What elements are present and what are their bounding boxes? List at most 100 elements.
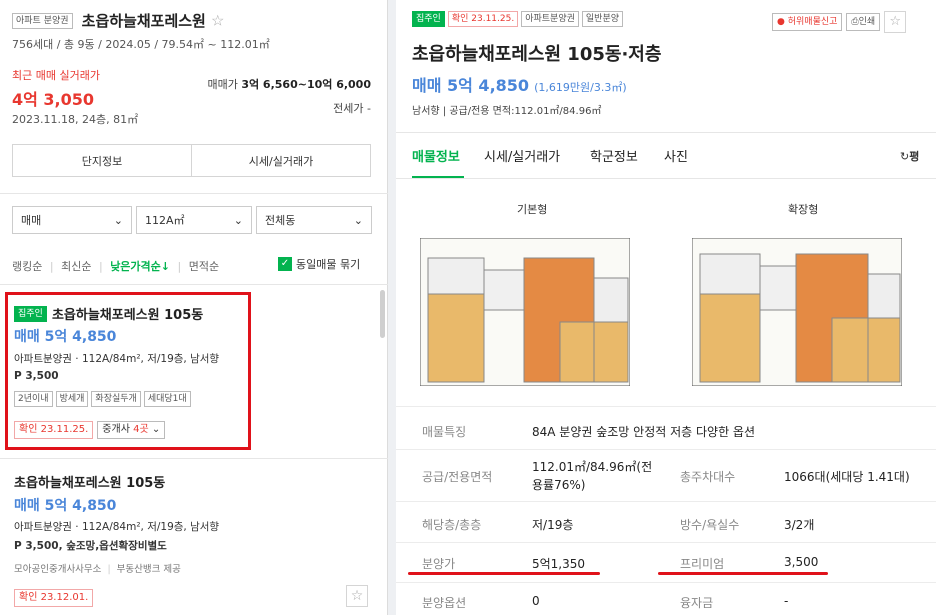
divider: [0, 193, 388, 194]
option-value: 0: [532, 594, 540, 608]
favorite-star-icon[interactable]: ☆: [884, 11, 907, 33]
market-price-button[interactable]: 시세/실거래가: [191, 144, 371, 177]
complex-type-tag: 아파트 분양권: [12, 12, 73, 29]
divider: [0, 284, 388, 285]
confirm-date: 확인 23.12.01.: [14, 588, 94, 607]
loan-value: -: [784, 594, 789, 608]
sort-low-price[interactable]: 낮은가격순↓: [110, 260, 170, 273]
report-button[interactable]: ● 허위매물신고: [772, 13, 843, 31]
presale-label: 분양가: [422, 557, 456, 571]
complex-info-button[interactable]: 단지정보: [12, 144, 192, 177]
favorite-star-icon[interactable]: ☆: [346, 585, 368, 607]
premium-value: 3,500: [784, 555, 819, 569]
recent-trade-label: 최근 매매 실거래가: [12, 69, 100, 82]
divider: [0, 458, 388, 459]
siren-icon: ●: [777, 17, 785, 27]
sale-price-range: 매매가 3억 6,560~10억 6,000: [207, 78, 371, 91]
feature-label: 매물특징: [422, 425, 467, 439]
floorplan-basic-image[interactable]: [420, 238, 630, 386]
presale-value: 5억1,350: [532, 557, 586, 571]
chip: 방세개: [55, 391, 89, 407]
dong-select[interactable]: 전체동 ⌄: [256, 206, 372, 234]
compare-button[interactable]: ↻평: [900, 148, 919, 164]
sale-type-tag: 일반분양: [581, 11, 624, 27]
feature-value: 84A 분양권 숲조망 안정적 저층 다양한 옵션: [532, 425, 756, 439]
listing-chips: 2년이내 방세개 화장실두개 세대당1대: [14, 391, 191, 407]
area-value: 112.01㎡/84.96㎡(전용률76%): [532, 460, 653, 492]
option-label: 분양옵션: [422, 596, 467, 610]
owner-tag: 집주인: [14, 305, 47, 322]
recent-trade-price: 4억 3,050: [12, 90, 95, 109]
chevron-down-icon: ⌄: [353, 213, 363, 227]
complex-panel: 아파트 분양권 초읍하늘채포레스원 ☆ 756세대 / 총 9동 / 2024.…: [0, 0, 388, 615]
listing-price: 매매 5억 4,850: [14, 498, 117, 514]
premium-underline-mark: [658, 572, 828, 575]
listing-meta: 확인 23.11.25. 중개사 4곳 ⌄: [14, 421, 166, 439]
parking-label: 총주차대수: [680, 470, 736, 484]
print-button[interactable]: ⎙인쇄: [846, 13, 881, 31]
listing-desc: 아파트분양권 · 112A/84m², 저/19층, 남서향: [14, 521, 220, 533]
group-same-listing[interactable]: ✓ 동일매물 묶기: [278, 256, 360, 272]
presale-underline-mark: [408, 572, 600, 575]
sort-area[interactable]: 면적순: [189, 260, 219, 273]
plan-basic-label: 기본형: [517, 203, 548, 216]
print-icon: ⎙: [851, 17, 859, 27]
tab-school[interactable]: 학군정보: [590, 146, 638, 165]
area-label: 공급/전용면적: [422, 470, 493, 484]
chevron-down-icon: ⌄: [113, 213, 123, 227]
detail-table: 매물특징 84A 분양권 숲조망 안정적 저층 다양한 옵션 공급/전용면적 1…: [396, 406, 936, 615]
panel-gap: [388, 0, 396, 615]
detail-title: 초읍하늘채포레스원 105동·저층: [412, 44, 662, 65]
premium-label: 프리미엄: [680, 557, 725, 571]
listing-price: 매매 5억 4,850: [14, 329, 117, 345]
complex-header: 아파트 분양권 초읍하늘채포레스원 ☆: [12, 10, 224, 31]
listing-meta: 확인 23.12.01.: [14, 587, 94, 607]
agents-dropdown[interactable]: 중개사 4곳 ⌄: [97, 421, 166, 439]
listing-desc: 아파트분양권 · 112A/84m², 저/19층, 남서향: [14, 353, 220, 365]
rooms-label: 방수/욕실수: [680, 518, 740, 532]
listing-title: 초읍하늘채포레스원 105동: [14, 476, 166, 491]
tab-photos[interactable]: 사진: [664, 146, 688, 165]
listing-premium: P 3,500, 숲조망,옵션확장비별도: [14, 540, 167, 552]
detail-tags: 집주인 확인 23.11.25. 아파트분양권 일반분양: [412, 11, 624, 27]
listing-source: 모아공인중개사사무소 | 부동산뱅크 제공: [14, 564, 181, 575]
detail-actions: ● 허위매물신고 ⎙인쇄 ☆: [772, 11, 907, 33]
floorplan-expanded-image[interactable]: [692, 238, 902, 386]
rooms-value: 3/2개: [784, 518, 815, 532]
jeonse-price: 전세가 -: [333, 102, 371, 115]
listing-title: 초읍하늘채포레스원 105동: [51, 308, 204, 323]
sort-bar: 랭킹순 | 최신순 | 낮은가격순↓ | 면적순: [12, 260, 220, 273]
area-select[interactable]: 112A㎡ ⌄: [136, 206, 252, 234]
owner-tag: 집주인: [412, 11, 445, 27]
detail-price: 매매 5억 4,850 (1,619만원/3.3㎡): [412, 76, 627, 95]
floor-value: 저/19층: [532, 518, 574, 532]
chevron-down-icon: ⌄: [233, 213, 243, 227]
type-tag: 아파트분양권: [521, 11, 579, 27]
list-scrollbar[interactable]: [380, 290, 385, 338]
tab-listing-info[interactable]: 매물정보: [412, 146, 460, 165]
favorite-star-icon[interactable]: ☆: [211, 12, 224, 30]
divider: [396, 178, 936, 179]
refresh-icon: ↻: [900, 150, 910, 163]
checkbox-checked-icon[interactable]: ✓: [278, 257, 292, 271]
detail-subinfo: 남서향 | 공급/전용 면적:112.01㎡/84.96㎡: [412, 106, 602, 117]
listing-premium: P 3,500: [14, 370, 59, 382]
chip: 세대당1대: [143, 391, 191, 407]
chip: 2년이내: [14, 391, 53, 407]
sort-ranking[interactable]: 랭킹순: [12, 260, 42, 273]
confirm-tag: 확인 23.11.25.: [447, 11, 519, 27]
floor-label: 해당층/총층: [422, 518, 482, 532]
trade-type-select[interactable]: 매매 ⌄: [12, 206, 132, 234]
recent-trade-date: 2023.11.18, 24층, 81㎡: [12, 113, 139, 126]
loan-label: 융자금: [680, 596, 714, 610]
plan-expanded-label: 확장형: [788, 203, 819, 216]
listing-detail-panel: 집주인 확인 23.11.25. 아파트분양권 일반분양 ● 허위매물신고 ⎙인…: [396, 0, 936, 615]
complex-title: 초읍하늘채포레스원: [81, 12, 206, 30]
divider: [396, 132, 936, 133]
parking-value: 1066대(세대당 1.41대): [784, 470, 910, 484]
chevron-down-icon: ⌄: [151, 424, 161, 435]
sort-latest[interactable]: 최신순: [61, 260, 91, 273]
chip: 화장실두개: [91, 391, 141, 407]
confirm-date: 확인 23.11.25.: [14, 421, 94, 439]
tab-market[interactable]: 시세/실거래가: [484, 146, 560, 165]
